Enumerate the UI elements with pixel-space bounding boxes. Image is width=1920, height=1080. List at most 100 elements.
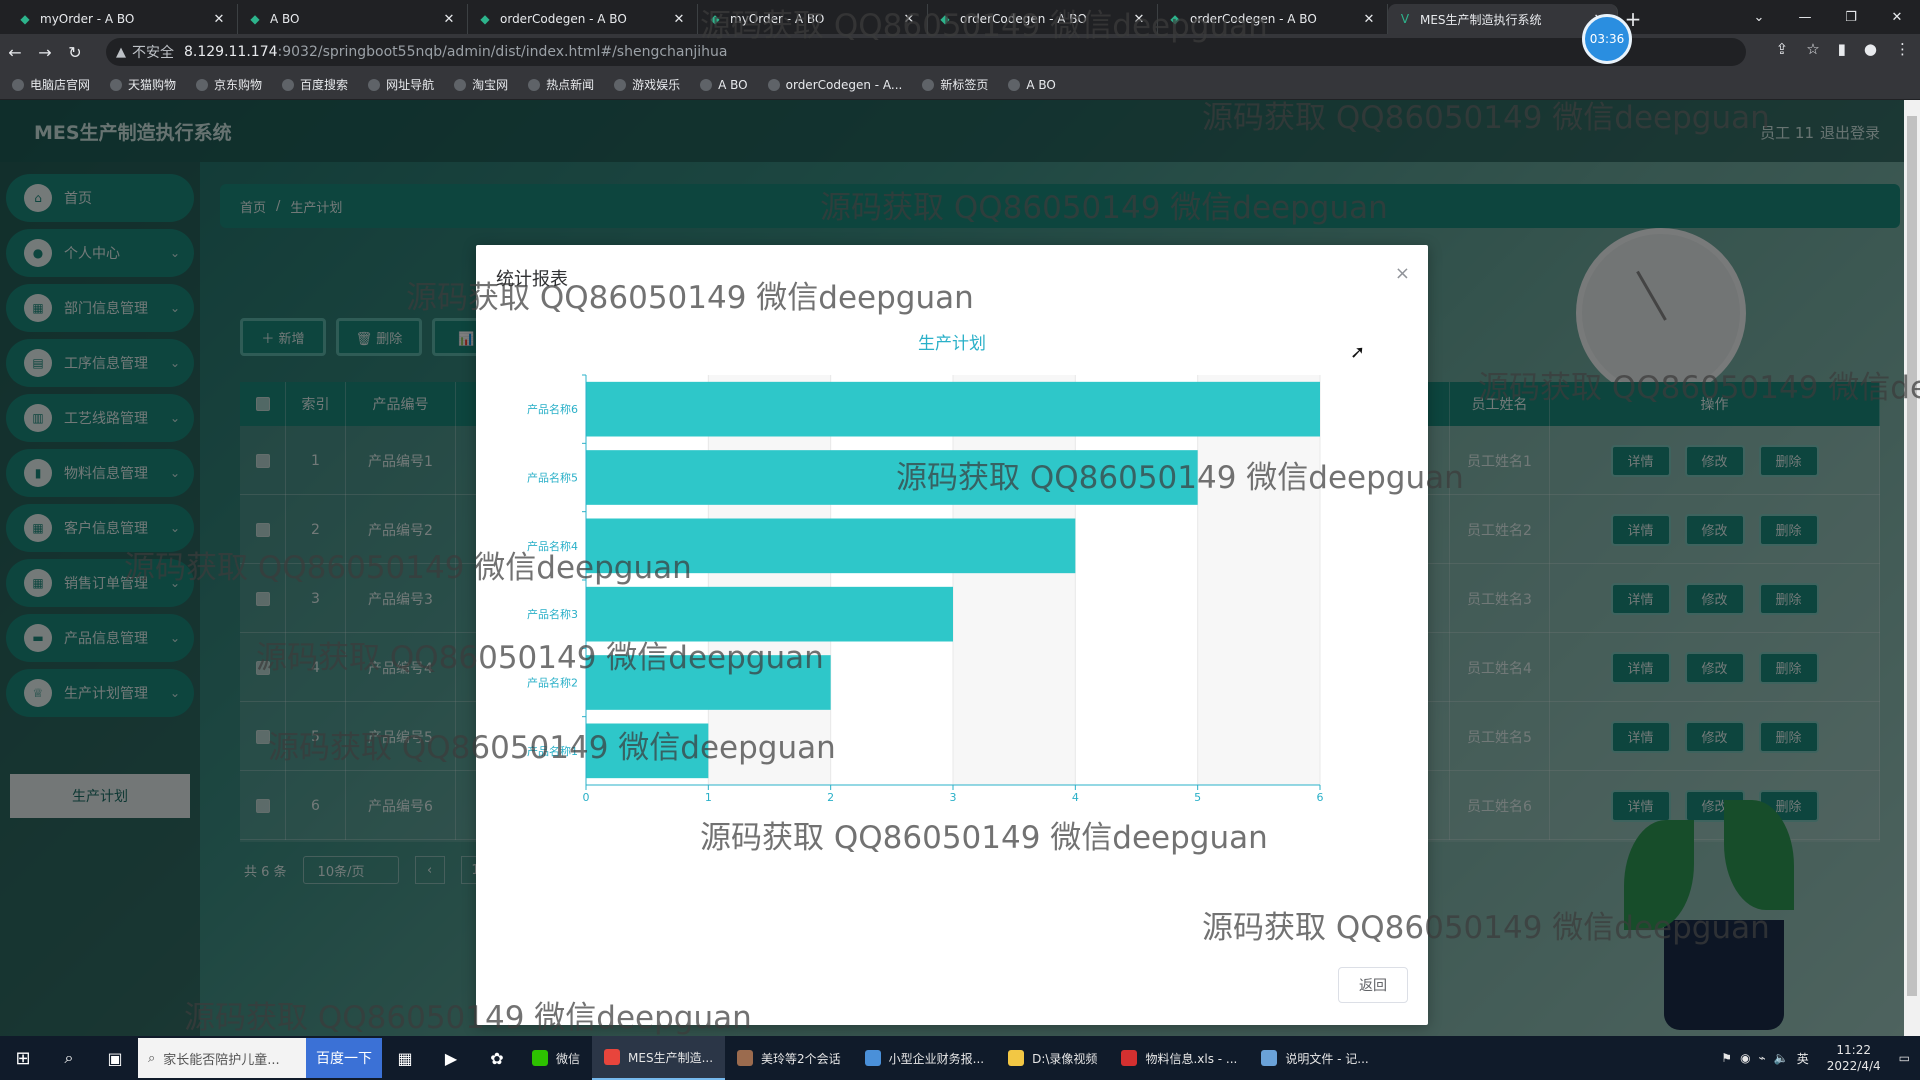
- ime-indicator[interactable]: 英: [1797, 1050, 1809, 1067]
- close-tab-icon[interactable]: ✕: [901, 12, 917, 27]
- sidebar-icon[interactable]: ▮: [1838, 40, 1846, 58]
- chart-bar: [586, 586, 953, 642]
- task-view-icon[interactable]: ▣: [92, 1036, 138, 1080]
- bookmark-label: 网址导航: [386, 78, 435, 92]
- bookmark-item[interactable]: 京东购物: [196, 76, 262, 93]
- browser-tab[interactable]: ◆ myOrder - A BO ✕: [698, 4, 928, 34]
- taskbar-app-label: 物料信息.xls - ...: [1145, 1051, 1238, 1066]
- browser-tab[interactable]: ◆ orderCodegen - A BO ✕: [928, 4, 1158, 34]
- baidu-search-button[interactable]: 百度一下: [306, 1038, 382, 1078]
- taskbar-clock[interactable]: 11:22 2022/4/4: [1827, 1042, 1881, 1074]
- bookmark-item[interactable]: 新标签页: [922, 76, 988, 93]
- taskbar-app-label: MES生产制造...: [628, 1050, 714, 1065]
- bookmark-item[interactable]: 网址导航: [368, 76, 434, 93]
- browser-tab[interactable]: ◆ myOrder - A BO ✕: [8, 4, 238, 34]
- search-icon[interactable]: ⌕: [46, 1036, 92, 1080]
- bookmark-item[interactable]: A BO: [700, 78, 748, 92]
- minimize-button[interactable]: —: [1782, 0, 1828, 34]
- close-tab-icon[interactable]: ✕: [441, 12, 457, 27]
- browser-tab[interactable]: ◆ orderCodegen - A BO ✕: [1158, 4, 1388, 34]
- search-icon: ⌕: [148, 1050, 156, 1066]
- bookmark-icon: [1008, 78, 1021, 91]
- bookmark-item[interactable]: 淘宝网: [454, 76, 508, 93]
- y-tick-label: 产品名称6: [527, 402, 578, 416]
- y-tick-label: 产品名称4: [527, 539, 578, 553]
- bookmark-item[interactable]: 热点新闻: [528, 76, 594, 93]
- y-tick-label: 产品名称3: [527, 607, 578, 621]
- bookmark-icon: [528, 78, 541, 91]
- bookmark-icon: [110, 78, 123, 91]
- reload-icon[interactable]: ↻: [60, 43, 90, 62]
- bookmark-item[interactable]: 天猫购物: [110, 76, 176, 93]
- forward-icon[interactable]: →: [30, 43, 60, 62]
- star-icon[interactable]: ☆: [1806, 40, 1819, 58]
- wechat-tray-icon[interactable]: ◉: [1740, 1051, 1750, 1065]
- taskbar-app-label: 小型企业财务报...: [888, 1051, 985, 1066]
- bar-chart: 产品名称6 产品名称5 产品名称4 产品名称3 产品名称2 产品名称1 0 1 2 3 4 5 6: [527, 374, 1324, 804]
- y-tick-label: 产品名称2: [527, 676, 578, 690]
- share-icon[interactable]: ⇪: [1776, 40, 1789, 58]
- network-icon[interactable]: ⌁: [1759, 1051, 1766, 1065]
- tab-title: orderCodegen - A BO: [960, 12, 1087, 26]
- bookmark-label: 淘宝网: [472, 78, 509, 92]
- clock-date: 2022/4/4: [1826, 1059, 1881, 1073]
- url-input[interactable]: ▲ 不安全 8.129.11.174 :9032/springboot55nqb…: [106, 38, 1746, 66]
- browser-tab[interactable]: ◆ orderCodegen - A BO ✕: [468, 4, 698, 34]
- taskbar-search-placeholder: 家长能否陪护儿童...: [163, 1052, 280, 1068]
- restore-button[interactable]: ❐: [1828, 0, 1874, 34]
- bookmark-item[interactable]: 游戏娱乐: [614, 76, 680, 93]
- taskbar-app[interactable]: 微信: [520, 1036, 592, 1080]
- gear-app-icon[interactable]: ✿: [474, 1036, 520, 1080]
- browser-tab[interactable]: ◆ A BO ✕: [238, 4, 468, 34]
- close-tab-icon[interactable]: ✕: [211, 12, 227, 27]
- menu-icon[interactable]: ⋮: [1895, 40, 1910, 58]
- bookmark-item[interactable]: A BO: [1008, 78, 1056, 92]
- x-tick-label: 4: [1072, 791, 1079, 804]
- recording-timer-badge[interactable]: 03:36: [1582, 14, 1632, 64]
- windows-store-icon[interactable]: ▦: [382, 1036, 428, 1080]
- back-icon[interactable]: ←: [0, 43, 30, 62]
- taskbar-app[interactable]: 说明文件 - 记...: [1249, 1036, 1380, 1080]
- warning-icon: ▲: [116, 44, 126, 60]
- bookmark-label: 电脑店官网: [30, 78, 91, 92]
- taskbar-app[interactable]: 小型企业财务报...: [853, 1036, 996, 1080]
- back-button[interactable]: 返回: [1338, 967, 1408, 1003]
- scrollbar-thumb[interactable]: [1907, 116, 1917, 996]
- taskbar-search-input[interactable]: ⌕ 家长能否陪护儿童...: [138, 1038, 306, 1078]
- close-tab-icon[interactable]: ✕: [671, 12, 687, 27]
- app-icon: [737, 1050, 754, 1066]
- notification-icon[interactable]: ▭: [1899, 1051, 1910, 1065]
- taskbar-app[interactable]: 美玲等2个会话: [725, 1036, 853, 1080]
- page-scrollbar[interactable]: [1904, 100, 1920, 1036]
- windows-start-icon[interactable]: ⊞: [0, 1036, 46, 1080]
- close-tab-icon[interactable]: ✕: [1131, 12, 1147, 27]
- taskbar-app[interactable]: D:\录像视频: [996, 1036, 1109, 1080]
- bookmark-item[interactable]: 电脑店官网: [12, 76, 90, 93]
- app-icon: [864, 1050, 881, 1066]
- close-icon[interactable]: ×: [1395, 263, 1410, 284]
- close-tab-icon[interactable]: ✕: [1361, 12, 1377, 27]
- profile-icon[interactable]: ●: [1864, 40, 1877, 58]
- stats-report-dialog: 统计报表 × 生产计划 产品名称6 产品名称5 产品名称4 产品名称3 产品名称2 产品名…: [476, 245, 1428, 1025]
- system-tray: ⚑ ◉ ⌁ 🔈 英 11:22 2022/4/4 ▭: [1721, 1036, 1920, 1080]
- app-icon: [1121, 1050, 1138, 1066]
- tray-icon[interactable]: ⚑: [1721, 1051, 1732, 1065]
- close-window-button[interactable]: ✕: [1874, 0, 1920, 34]
- url-host: 8.129.11.174: [184, 44, 278, 60]
- tab-search-icon[interactable]: ⌄: [1736, 0, 1782, 34]
- bookmark-label: 京东购物: [214, 78, 263, 92]
- bookmark-label: 百度搜索: [300, 78, 349, 92]
- app-icon: [1261, 1050, 1278, 1066]
- bookmark-item[interactable]: orderCodegen - A...: [767, 78, 902, 92]
- media-player-icon[interactable]: ▶: [428, 1036, 474, 1080]
- clock-time: 11:22: [1836, 1043, 1871, 1057]
- bookmark-icon: [700, 78, 713, 91]
- bookmark-item[interactable]: 百度搜索: [282, 76, 348, 93]
- address-bar-actions: ⇪ ☆ ▮ ● ⋮: [1776, 40, 1910, 58]
- vue-favicon-icon: ◆: [20, 12, 30, 26]
- volume-icon[interactable]: 🔈: [1774, 1051, 1789, 1065]
- taskbar-app[interactable]: MES生产制造...: [592, 1036, 726, 1080]
- taskbar-app[interactable]: 物料信息.xls - ...: [1109, 1036, 1249, 1080]
- tab-title: myOrder - A BO: [40, 12, 135, 26]
- tab-title: orderCodegen - A BO: [500, 12, 627, 26]
